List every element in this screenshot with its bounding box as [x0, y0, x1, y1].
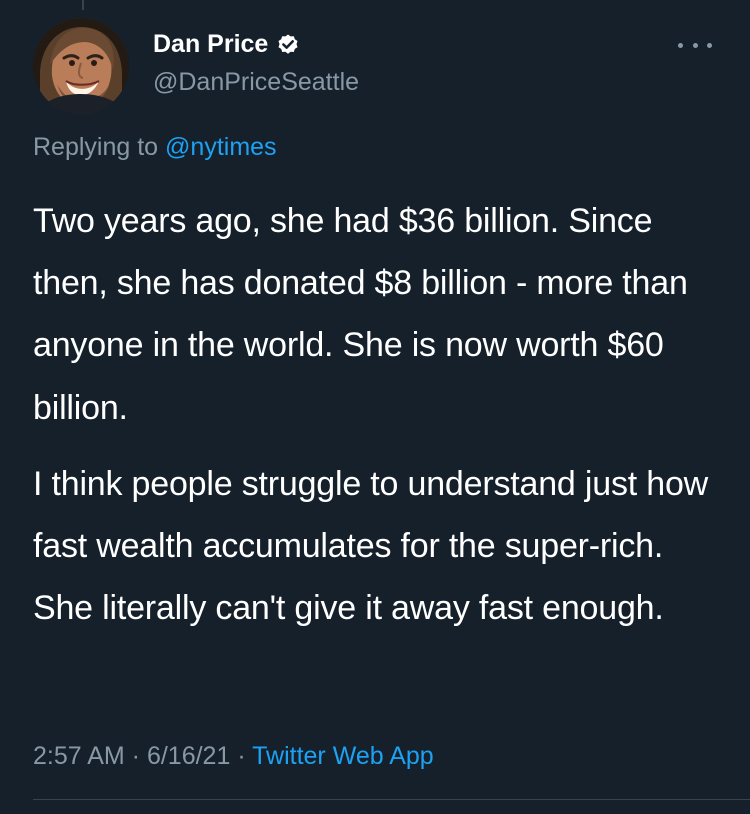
more-horizontal-icon	[678, 42, 683, 48]
tweet-date[interactable]: 6/16/21	[147, 742, 230, 770]
tweet-paragraph: Two years ago, she had $36 billion. Sinc…	[33, 202, 688, 427]
avatar[interactable]	[33, 18, 129, 114]
profile-avatar-icon	[33, 18, 129, 114]
author-name-row[interactable]: Dan Price	[153, 32, 300, 57]
more-horizontal-icon	[692, 42, 698, 48]
tweet-metadata: 2:57 AM · 6/16/21 · Twitter Web App	[33, 741, 434, 771]
tweet-divider	[33, 799, 750, 800]
tweet-page: Dan Price @DanPriceSeattle Replying to @…	[0, 0, 750, 814]
tweet-paragraph: I think people struggle to understand ju…	[33, 464, 709, 628]
source-app-link[interactable]: Twitter Web App	[252, 742, 434, 770]
verified-badge-icon	[278, 34, 298, 54]
replying-to: Replying to @nytimes	[33, 132, 277, 162]
author-name[interactable]: Dan Price	[153, 32, 268, 57]
tweet-time[interactable]: 2:57 AM	[33, 742, 125, 770]
tweet-text: Two years ago, she had $36 billion. Sinc…	[33, 190, 727, 640]
metadata-separator: ·	[230, 742, 253, 770]
more-horizontal-icon	[707, 42, 712, 48]
author-handle[interactable]: @DanPriceSeattle	[153, 70, 359, 95]
metadata-separator: ·	[124, 742, 147, 770]
replying-to-prefix: Replying to	[33, 133, 166, 161]
replying-to-mention-link[interactable]: @nytimes	[165, 133, 277, 161]
more-options-button[interactable]	[678, 36, 712, 54]
thread-line	[82, 0, 84, 10]
